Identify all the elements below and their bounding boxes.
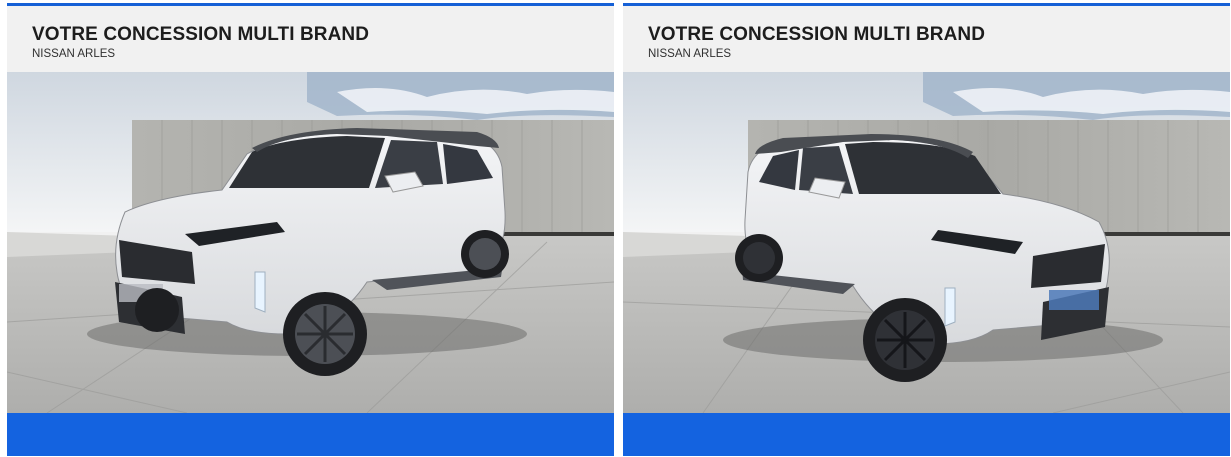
card-title: VOTRE CONCESSION MULTI BRAND	[32, 24, 370, 45]
card-title: VOTRE CONCESSION MULTI BRAND	[648, 24, 986, 45]
card-footer-bar	[7, 413, 614, 456]
photo-gallery: VOTRE CONCESSION MULTI BRAND NISSAN ARLE…	[0, 0, 1231, 457]
car-photo[interactable]	[623, 72, 1230, 413]
card-header: VOTRE CONCESSION MULTI BRAND NISSAN ARLE…	[7, 6, 614, 72]
card-footer-bar	[623, 413, 1230, 456]
car-photo[interactable]	[7, 72, 614, 413]
card-subtitle: NISSAN ARLES	[648, 48, 732, 60]
gallery-card-1[interactable]: VOTRE CONCESSION MULTI BRAND NISSAN ARLE…	[7, 3, 614, 456]
card-header: VOTRE CONCESSION MULTI BRAND NISSAN ARLE…	[623, 6, 1230, 72]
card-subtitle: NISSAN ARLES	[32, 48, 116, 60]
gallery-card-2[interactable]: VOTRE CONCESSION MULTI BRAND NISSAN ARLE…	[623, 3, 1230, 456]
